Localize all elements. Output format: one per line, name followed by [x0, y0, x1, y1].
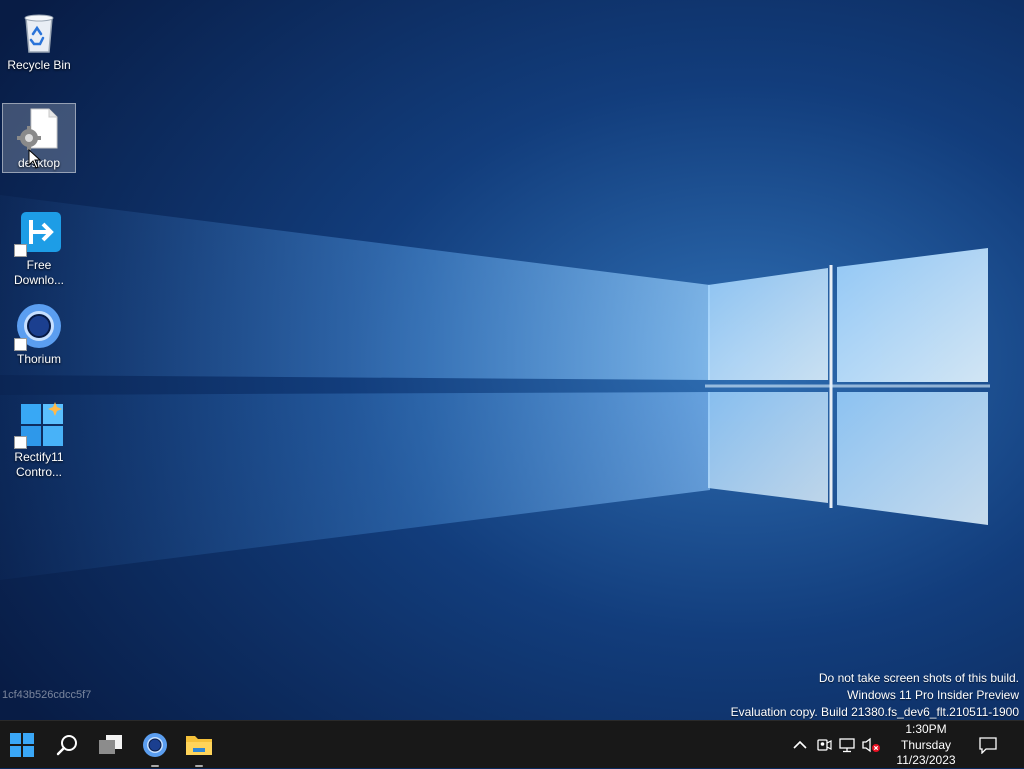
thorium-browser-icon	[14, 302, 63, 351]
watermark-line-2: Windows 11 Pro Insider Preview	[847, 688, 1019, 702]
start-icon	[10, 733, 34, 757]
clock-date: 11/23/2023	[896, 753, 956, 767]
task-view-button[interactable]	[89, 721, 133, 769]
shortcut-arrow-icon	[14, 436, 27, 449]
volume-muted-icon	[862, 737, 880, 753]
volume-button[interactable]	[860, 733, 882, 757]
shortcut-arrow-icon	[14, 338, 27, 351]
meet-now-icon	[817, 739, 832, 751]
free-download-manager-shortcut[interactable]: Free Downlo...	[2, 206, 76, 287]
settings-file-icon	[15, 106, 63, 154]
icon-label: Free Downlo...	[13, 258, 65, 287]
notification-icon	[979, 737, 997, 754]
thorium-shortcut[interactable]: Thorium	[2, 300, 76, 370]
recycle-bin-icon	[15, 8, 63, 56]
taskbar-thorium-button[interactable]	[133, 721, 177, 769]
search-icon	[56, 735, 77, 756]
rectify11-control-shortcut[interactable]: Rectify11 Contro...	[2, 398, 76, 480]
notification-center-button[interactable]	[977, 733, 999, 757]
shortcut-arrow-icon	[14, 244, 27, 257]
show-hidden-icons-button[interactable]	[789, 733, 811, 757]
taskbar: 1:30PM Thursday 11/23/2023	[0, 720, 1024, 768]
windows-control-panel-icon	[14, 400, 63, 449]
chevron-up-icon	[793, 740, 807, 749]
icon-label: Thorium	[16, 352, 61, 366]
file-explorer-icon	[186, 736, 212, 755]
icon-label: Rectify11 Contro...	[14, 450, 64, 479]
thorium-browser-icon	[143, 733, 167, 757]
system-clock[interactable]: 1:30PM Thursday 11/23/2023	[886, 722, 966, 769]
watermark-line-3: Evaluation copy. Build 21380.fs_dev6_flt…	[730, 705, 1019, 719]
icon-label: Recycle Bin	[7, 58, 71, 72]
meet-now-button[interactable]	[813, 733, 835, 757]
clock-day: Thursday	[900, 737, 952, 752]
free-download-manager-icon	[14, 208, 63, 257]
mouse-cursor-icon	[28, 149, 42, 169]
build-watermark: Do not take screen shots of this build. …	[731, 670, 1019, 721]
desktop-wallpaper	[0, 0, 1024, 720]
taskbar-file-explorer-button[interactable]	[177, 721, 221, 769]
network-disconnected-icon	[839, 738, 855, 753]
clock-time: 1:30PM	[905, 722, 947, 736]
search-button[interactable]	[45, 721, 89, 769]
recycle-bin-icon-shortcut[interactable]: Recycle Bin	[2, 6, 76, 78]
watermark-line-1: Do not take screen shots of this build.	[818, 671, 1019, 685]
machine-id-text: 1cf43b526cdcc5f7	[2, 689, 92, 701]
start-button[interactable]	[0, 721, 44, 769]
task-view-icon	[99, 735, 122, 754]
network-status-button[interactable]	[837, 733, 859, 757]
